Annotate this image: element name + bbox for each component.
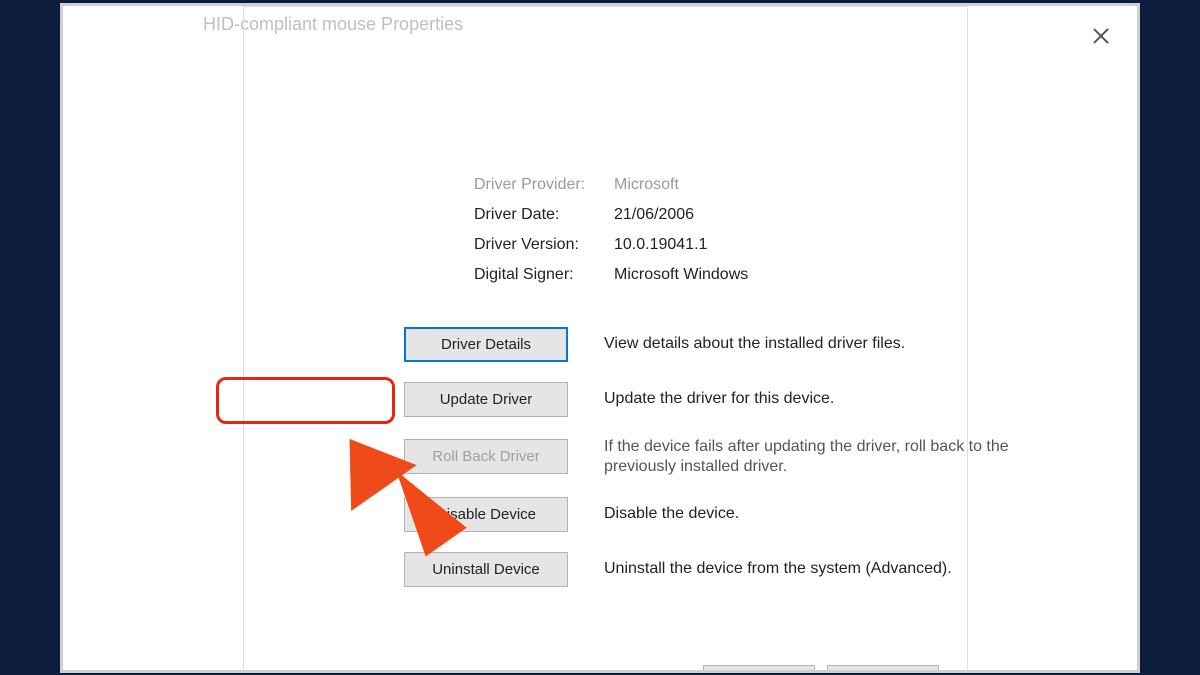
disable-device-button[interactable]: Disable Device — [404, 497, 568, 532]
action-row: Driver Details View details about the in… — [404, 327, 1084, 362]
driver-details-button[interactable]: Driver Details — [404, 327, 568, 362]
driver-date-value: 21/06/2006 — [614, 206, 694, 224]
digital-signer-value: Microsoft Windows — [614, 266, 748, 284]
info-row: Driver Version: 10.0.19041.1 — [474, 236, 748, 254]
uninstall-device-desc: Uninstall the device from the system (Ad… — [604, 559, 952, 579]
action-row: Disable Device Disable the device. — [404, 497, 1084, 532]
driver-tab-panel: Driver Provider: Microsoft Driver Date: … — [243, 6, 968, 673]
driver-date-label: Driver Date: — [474, 206, 614, 224]
info-row: Driver Date: 21/06/2006 — [474, 206, 748, 224]
ok-button[interactable]: OK — [703, 665, 815, 673]
action-row: Roll Back Driver If the device fails aft… — [404, 437, 1084, 477]
driver-version-label: Driver Version: — [474, 236, 614, 254]
driver-actions: Driver Details View details about the in… — [404, 327, 1084, 607]
roll-back-driver-button: Roll Back Driver — [404, 439, 568, 474]
driver-version-value: 10.0.19041.1 — [614, 236, 707, 254]
action-row: Uninstall Device Uninstall the device fr… — [404, 552, 1084, 587]
driver-provider-label: Driver Provider: — [474, 176, 614, 194]
digital-signer-label: Digital Signer: — [474, 266, 614, 284]
info-row: Digital Signer: Microsoft Windows — [474, 266, 748, 284]
driver-info-block: Driver Provider: Microsoft Driver Date: … — [474, 176, 748, 296]
action-row: Update Driver Update the driver for this… — [404, 382, 1084, 417]
close-icon[interactable] — [1089, 24, 1113, 48]
update-driver-desc: Update the driver for this device. — [604, 389, 834, 409]
dialog-footer: OK Cancel — [703, 665, 939, 673]
cancel-button[interactable]: Cancel — [827, 665, 939, 673]
roll-back-driver-desc: If the device fails after updating the d… — [604, 437, 1034, 477]
window-frame: HID-compliant mouse Properties Driver Pr… — [60, 3, 1140, 673]
update-driver-button[interactable]: Update Driver — [404, 382, 568, 417]
info-row: Driver Provider: Microsoft — [474, 176, 748, 194]
driver-details-desc: View details about the installed driver … — [604, 334, 905, 354]
uninstall-device-button[interactable]: Uninstall Device — [404, 552, 568, 587]
driver-provider-value: Microsoft — [614, 176, 679, 194]
disable-device-desc: Disable the device. — [604, 504, 739, 524]
